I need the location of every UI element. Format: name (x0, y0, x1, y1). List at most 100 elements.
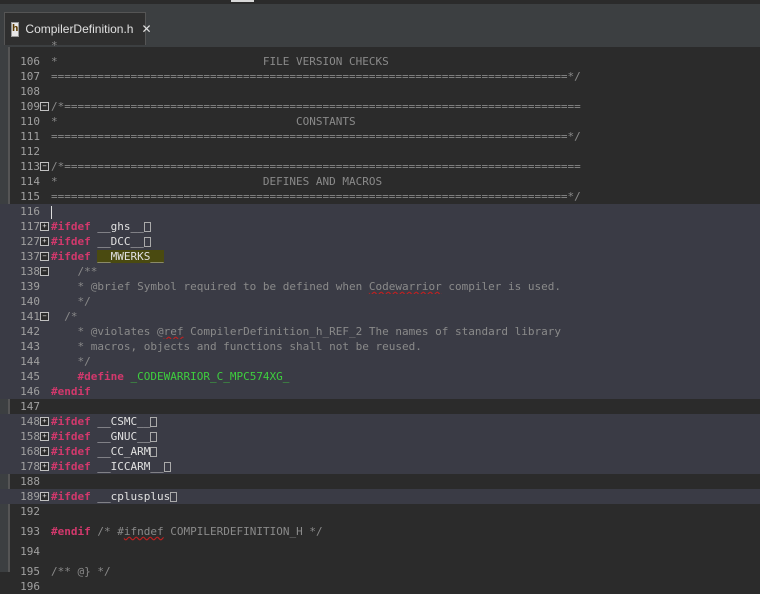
fold-collapse-icon[interactable]: − (40, 252, 49, 261)
code-text: #ifdef __ghs__ (51, 219, 151, 234)
fold-expand-icon[interactable]: + (40, 447, 49, 456)
fold-expand-icon[interactable]: + (40, 492, 49, 501)
code-line[interactable]: 112 (0, 144, 760, 159)
tab-compilerdefinition-h[interactable]: h CompilerDefinition.h ✕ (4, 12, 152, 45)
folded-block-marker[interactable] (143, 237, 151, 247)
line-number: 148 (20, 415, 40, 428)
code-line[interactable]: 193 #endif /* #ifndef COMPILERDEFINITION_… (0, 524, 760, 539)
line-number: 137 (20, 250, 40, 263)
code-line[interactable]: 127 + #ifdef __DCC__ (0, 234, 760, 249)
line-number: 111 (20, 130, 40, 143)
code-line[interactable]: 109−/*==================================… (0, 99, 760, 114)
code-line[interactable]: 114 * DEFINES AND MACROS (0, 174, 760, 189)
code-line[interactable]: 111 =====================================… (0, 129, 760, 144)
code-line[interactable]: 168 + #ifdef __CC_ARM (0, 444, 760, 459)
macro-identifier: __DCC__ (97, 235, 144, 248)
line-number: 106 (20, 55, 40, 68)
comment-text: ========================================… (51, 130, 581, 143)
preprocessor-keyword: #ifdef (51, 490, 91, 503)
code-text: * @violates @ref CompilerDefinition_h_RE… (51, 324, 561, 339)
fold-collapse-icon[interactable]: − (40, 267, 49, 276)
line-number: 146 (20, 385, 40, 398)
code-line[interactable]: 192 (0, 504, 760, 519)
code-line[interactable]: 113−/*==================================… (0, 159, 760, 174)
code-line[interactable]: 108 (0, 84, 760, 99)
folded-block-marker[interactable] (143, 222, 151, 232)
code-line[interactable]: 116 (0, 204, 760, 219)
code-line[interactable]: 139 * @brief Symbol required to be defin… (0, 279, 760, 294)
code-line[interactable]: 141− /* (0, 309, 760, 324)
macro-identifier: __CSMC__ (97, 415, 151, 428)
code-line[interactable]: 189 + #ifdef __cplusplus (0, 489, 760, 504)
folded-block-marker[interactable] (150, 432, 158, 442)
fold-collapse-icon[interactable]: − (40, 102, 49, 111)
comment-text: /* (51, 310, 78, 323)
code-line[interactable]: 107 =====================================… (0, 69, 760, 84)
folded-block-marker[interactable] (150, 417, 158, 427)
code-line[interactable]: 115 =====================================… (0, 189, 760, 204)
code-line[interactable]: 145 #define _CODEWARRIOR_C_MPC574XG_ (0, 369, 760, 384)
code-line[interactable]: 148 + #ifdef __CSMC__ (0, 414, 760, 429)
line-number: 193 (20, 525, 40, 538)
code-line[interactable]: 147 (0, 399, 760, 414)
preprocessor-keyword: #endif (51, 525, 91, 538)
code-line[interactable]: 142 * @violates @ref CompilerDefinition_… (0, 324, 760, 339)
preprocessor-keyword: #ifdef (51, 445, 91, 458)
code-text: #endif /* #ifndef COMPILERDEFINITION_H *… (51, 524, 323, 539)
code-text: #ifdef __ICCARM__ (51, 459, 171, 474)
line-number: 144 (20, 355, 40, 368)
comment-text: * @violates @ref CompilerDefinition_h_RE… (51, 325, 561, 338)
line-number: 188 (20, 475, 40, 488)
spellcheck-underline: ref (163, 325, 184, 338)
code-text: #endif (51, 384, 91, 399)
code-line[interactable]: 196 (0, 579, 760, 594)
macro-identifier: __GNUC__ (97, 430, 151, 443)
comment-text: ========================================… (51, 190, 581, 203)
folded-block-marker[interactable] (150, 447, 158, 457)
folded-block-marker[interactable] (163, 462, 171, 472)
code-line[interactable]: 194 (0, 544, 760, 559)
line-number: 109 (20, 100, 40, 113)
fold-collapse-icon[interactable]: − (40, 312, 49, 321)
code-text: */ (51, 294, 91, 309)
fold-expand-icon[interactable]: + (40, 417, 49, 426)
folded-block-marker[interactable] (170, 492, 178, 502)
close-tab-icon[interactable]: ✕ (141, 22, 151, 36)
code-editor[interactable]: * 106 * FILE VERSION CHECKS 107 ===========… (0, 39, 760, 593)
spellcheck-underline: ifndef (123, 525, 164, 538)
code-text: #ifdef __cplusplus (51, 489, 178, 504)
code-line[interactable]: 140 */ (0, 294, 760, 309)
code-line[interactable]: 188 (0, 474, 760, 489)
preprocessor-keyword: #ifdef (51, 220, 91, 233)
comment-text: */ (51, 295, 91, 308)
code-line[interactable]: 117 + #ifdef __ghs__ (0, 219, 760, 234)
fold-collapse-icon[interactable]: − (40, 162, 49, 171)
fold-expand-icon[interactable]: + (40, 462, 49, 471)
code-line[interactable]: 178 + #ifdef __ICCARM__ (0, 459, 760, 474)
code-line[interactable]: 106 * FILE VERSION CHECKS (0, 54, 760, 69)
code-line[interactable]: 137− #ifdef __MWERKS__ (0, 249, 760, 264)
code-line[interactable]: 110 * CONSTANTS (0, 114, 760, 129)
line-number: 189 (20, 490, 40, 503)
preprocessor-keyword: #ifdef (51, 250, 91, 263)
comment-text: */ (51, 355, 91, 368)
preprocessor-keyword: #ifdef (51, 460, 91, 473)
line-number: 168 (20, 445, 40, 458)
preprocessor-keyword: #endif (51, 385, 91, 398)
code-line[interactable]: 143 * macros, objects and functions shal… (0, 339, 760, 354)
code-text: ========================================… (51, 69, 581, 84)
text-cursor (51, 205, 52, 219)
fold-expand-icon[interactable]: + (40, 237, 49, 246)
code-line[interactable]: 146 #endif (0, 384, 760, 399)
fold-expand-icon[interactable]: + (40, 432, 49, 441)
code-line[interactable]: 158 + #ifdef __GNUC__ (0, 429, 760, 444)
code-line[interactable]: 138− /** (0, 264, 760, 279)
comment-text: /*======================================… (51, 100, 581, 113)
code-line[interactable]: 144 */ (0, 354, 760, 369)
fold-expand-icon[interactable]: + (40, 222, 49, 231)
line-number: 139 (20, 280, 40, 293)
code-text: #ifdef __CC_ARM (51, 444, 158, 459)
comment-text: * macros, objects and functions shall no… (51, 340, 422, 353)
line-number: 110 (20, 115, 40, 128)
macro-identifier: __MWERKS__ (97, 250, 164, 263)
